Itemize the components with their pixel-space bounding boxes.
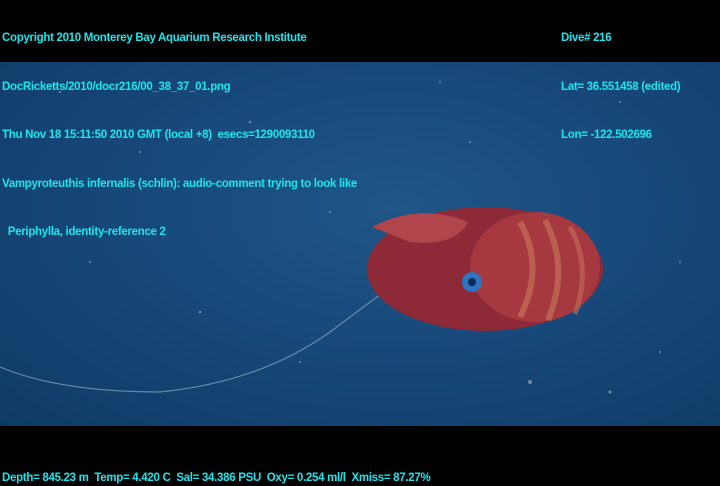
dive-number: Dive# 216 [561, 32, 612, 44]
squid-body [367, 207, 603, 331]
video-frame: Copyright 2010 Monterey Bay Aquarium Res… [0, 0, 720, 486]
filename-text: DocRicketts/2010/docr216/00_38_37_01.png [2, 80, 231, 93]
sensor-readout: Depth= 845.23 m Temp= 4.420 C Sal= 34.38… [2, 472, 431, 484]
copyright-text: Copyright 2010 Monterey Bay Aquarium Res… [2, 32, 307, 44]
longitude: Lon= -122.502696 [561, 129, 652, 141]
header-left-overlay: Copyright 2010 Monterey Bay Aquarium Res… [2, 0, 357, 273]
header-right-overlay: Dive# 216 Lat= 36.551458 (edited) Lon= -… [561, 0, 681, 176]
annotation-text: Vampyroteuthis infernalis (schlin): audi… [2, 177, 358, 190]
filament [0, 279, 401, 393]
timestamp-text: Thu Nov 18 15:11:50 2010 GMT (local +8) … [2, 129, 315, 141]
annotation-text-continued: Periphylla, identity-reference 2 [2, 226, 166, 238]
latitude: Lat= 36.551458 (edited) [561, 80, 681, 93]
